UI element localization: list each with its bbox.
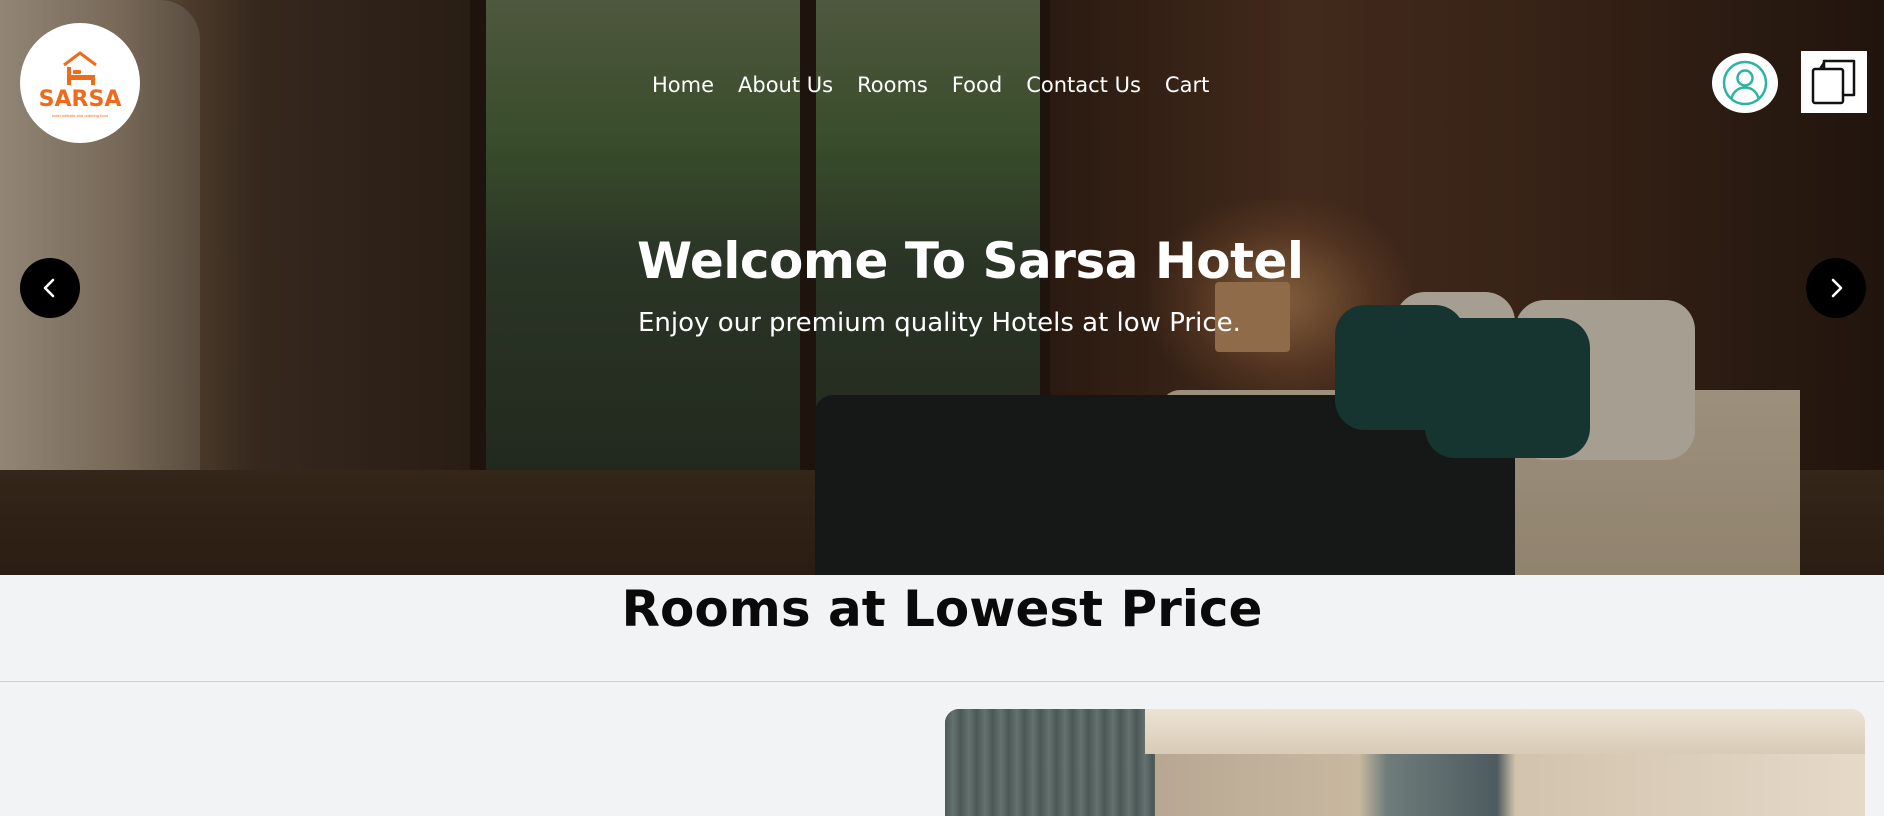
nav-contact-us[interactable]: Contact Us xyxy=(1014,68,1153,102)
brand-tagline: hotel website and ordering food xyxy=(52,112,108,118)
cart-button[interactable] xyxy=(1801,51,1867,113)
carousel-next-button[interactable] xyxy=(1806,258,1866,318)
room-image-curtain xyxy=(945,709,1155,816)
room-card-image[interactable] xyxy=(945,709,1865,816)
carousel-prev-button[interactable] xyxy=(20,258,80,318)
main-nav: Home About Us Rooms Food Contact Us Cart xyxy=(640,68,1221,102)
room-image-ceiling xyxy=(1145,709,1865,754)
nav-food[interactable]: Food xyxy=(940,68,1014,102)
hero-subtitle: Enjoy our premium quality Hotels at low … xyxy=(638,308,1241,338)
rooms-section-title: Rooms at Lowest Price xyxy=(0,576,1884,682)
chevron-right-icon xyxy=(1831,278,1843,298)
nav-rooms[interactable]: Rooms xyxy=(845,68,940,102)
hero-title: Welcome To Sarsa Hotel xyxy=(637,232,1304,290)
hotel-bed-icon xyxy=(63,51,97,85)
brand-name: SARSA xyxy=(38,86,122,112)
brand-logo[interactable]: SARSA hotel website and ordering food xyxy=(20,23,140,143)
chevron-left-icon xyxy=(43,278,55,298)
clipboard-copy-icon xyxy=(1811,59,1856,105)
nav-about-us[interactable]: About Us xyxy=(726,68,845,102)
nav-home[interactable]: Home xyxy=(640,68,726,102)
user-circle-icon xyxy=(1722,60,1768,106)
user-account-button[interactable] xyxy=(1712,53,1778,113)
nav-cart[interactable]: Cart xyxy=(1153,68,1221,102)
